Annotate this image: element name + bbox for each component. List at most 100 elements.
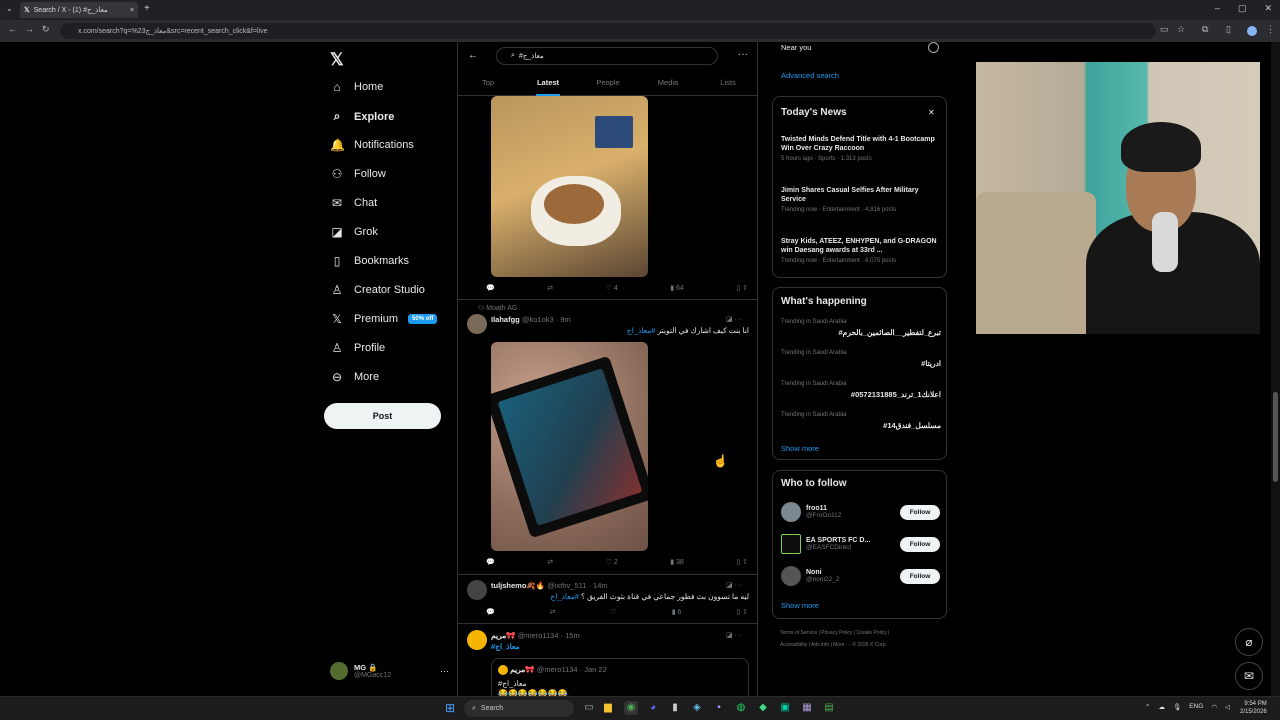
- grok-icon[interactable]: ◪ ···: [726, 581, 742, 589]
- chevron-up-icon[interactable]: ⌃: [1145, 703, 1150, 711]
- trend-item[interactable]: Trending in Saudi Arabia #مسلسل_فندق14: [781, 412, 941, 430]
- minimize-button[interactable]: –: [1215, 3, 1220, 14]
- nav-follow[interactable]: ⚇ Follow: [330, 167, 386, 181]
- nav-home[interactable]: ⌂ Home: [330, 80, 383, 94]
- retweet-icon[interactable]: ⇄: [547, 284, 553, 292]
- tweet-author[interactable]: tuljshemo🍂🔥 @ixthv_511 · 14m: [491, 581, 608, 590]
- views-icon[interactable]: ▮ 38: [670, 558, 684, 566]
- sidebar-icon[interactable]: ▯: [1226, 24, 1231, 35]
- language-indicator[interactable]: ENG: [1189, 703, 1203, 711]
- volume-icon[interactable]: ◁: [1225, 703, 1230, 711]
- nav-profile[interactable]: ♙ Profile: [330, 341, 386, 355]
- wifi-icon[interactable]: ◠: [1211, 703, 1217, 711]
- nav-explore[interactable]: ⌕ Explore: [330, 109, 395, 124]
- task-view-icon[interactable]: ▭: [582, 701, 596, 715]
- show-more-link[interactable]: Show more: [781, 601, 819, 610]
- system-tray[interactable]: ⌃ ☁ 🎙 ENG ◠ ◁: [1145, 703, 1230, 711]
- network-icon[interactable]: ☁: [1158, 703, 1165, 711]
- avatar[interactable]: [467, 314, 487, 334]
- nav-premium[interactable]: 𝕏 Premium 50% off: [330, 312, 438, 326]
- x-logo-icon[interactable]: 𝕏: [330, 50, 344, 70]
- app-icon[interactable]: ▮: [668, 701, 682, 715]
- avatar[interactable]: [467, 580, 487, 600]
- reply-icon[interactable]: 💬: [486, 608, 495, 616]
- whatsapp-icon[interactable]: ◍: [734, 701, 748, 715]
- file-explorer-icon[interactable]: ▆: [601, 701, 615, 715]
- nav-grok[interactable]: ◪ Grok: [330, 225, 378, 239]
- nav-notifications[interactable]: 🔔 Notifications: [330, 138, 414, 152]
- footer-links[interactable]: Terms of Service | Privacy Policy | Cook…: [780, 630, 889, 636]
- views-icon[interactable]: ▮ 64: [670, 284, 684, 292]
- nav-bookmarks[interactable]: ▯ Bookmarks: [330, 254, 409, 268]
- tab-media[interactable]: Media: [638, 72, 698, 95]
- follow-button[interactable]: Follow: [900, 505, 940, 520]
- close-window-button[interactable]: ✕: [1264, 3, 1272, 14]
- grok-fab-icon[interactable]: ⌀: [1235, 628, 1263, 656]
- nav-creator-studio[interactable]: ♙ Creator Studio: [330, 283, 425, 297]
- new-tab-button[interactable]: +: [144, 3, 150, 14]
- like-icon[interactable]: ♡ 2: [606, 558, 618, 566]
- tab-people[interactable]: People: [578, 72, 638, 95]
- back-arrow-icon[interactable]: ←: [8, 24, 17, 34]
- mic-icon[interactable]: 🎙: [1173, 703, 1181, 711]
- reply-icon[interactable]: 💬: [486, 558, 495, 566]
- trend-item[interactable]: Trending in Saudi Arabia #تبرع_لتفطير__ال…: [781, 319, 941, 337]
- search-input[interactable]: ⌕ #معاذ_ج: [496, 47, 718, 65]
- near-you-radio[interactable]: [928, 42, 939, 53]
- footer-links[interactable]: Accessibility | Ads info | More ··· © 20…: [780, 642, 887, 648]
- account-more-icon[interactable]: ···: [440, 666, 449, 676]
- tab-list-icon[interactable]: ⌄: [6, 4, 13, 13]
- like-icon[interactable]: ♡ 4: [606, 284, 618, 292]
- news-item[interactable]: Twisted Minds Defend Title with 4-1 Boot…: [781, 135, 941, 162]
- menu-kebab-icon[interactable]: ⋮: [1266, 24, 1275, 35]
- quoted-tweet[interactable]: مريم🎀 @mero1134 · Jan 22 #معاذ_اج 😂😂😂😂😂😂…: [491, 658, 749, 696]
- scrollbar-thumb[interactable]: [1273, 392, 1278, 482]
- retweet-icon[interactable]: ⇄: [547, 558, 553, 566]
- nav-more[interactable]: ⊖ More: [330, 370, 379, 384]
- app-icon[interactable]: ◆: [756, 701, 770, 715]
- avatar[interactable]: [467, 630, 487, 650]
- news-item[interactable]: Stray Kids, ATEEZ, ENHYPEN, and G-DRAGON…: [781, 237, 941, 264]
- forward-arrow-icon[interactable]: →: [25, 24, 34, 34]
- grok-icon[interactable]: ◪ ···: [726, 631, 742, 639]
- tweet-author[interactable]: Ilahafgg @ko1ok3 · 9m: [491, 315, 571, 324]
- trend-item[interactable]: Trending in Saudi Arabia #اعلانك1_ترند_05…: [781, 381, 941, 399]
- retweet-icon[interactable]: ⇄: [550, 608, 556, 616]
- bookmark-share-icons[interactable]: ▯ ⇧: [736, 284, 748, 292]
- tab-close-icon[interactable]: ×: [130, 7, 134, 14]
- app-icon[interactable]: ▤: [822, 701, 836, 715]
- post-button[interactable]: Post: [324, 403, 441, 429]
- tweet-hashtag[interactable]: #معاذ_اج: [491, 642, 520, 651]
- show-more-link[interactable]: Show more: [781, 444, 819, 453]
- cast-icon[interactable]: ▭: [1160, 24, 1169, 35]
- maximize-button[interactable]: ▢: [1238, 3, 1247, 14]
- windows-start-icon[interactable]: ⊞: [445, 701, 455, 715]
- tab-latest[interactable]: Latest: [518, 72, 578, 95]
- discord-icon[interactable]: ◕: [646, 701, 660, 715]
- tab-lists[interactable]: Lists: [698, 72, 758, 95]
- bookmark-share-icons[interactable]: ▯ ⇧: [736, 608, 748, 616]
- taskbar-clock[interactable]: 9:54 PM 2/15/2026: [1240, 700, 1267, 716]
- views-icon[interactable]: ▮ 6: [672, 608, 682, 616]
- account-switcher[interactable]: MG 🔒 @MGacc12 ···: [330, 662, 449, 680]
- steam-icon[interactable]: ◈: [690, 701, 704, 715]
- reload-icon[interactable]: ↻: [42, 24, 50, 35]
- like-icon[interactable]: ♡: [610, 608, 616, 616]
- browser-tab[interactable]: 𝕏 Search / X - معاذ_ج# (1) ×: [20, 2, 138, 18]
- grok-icon[interactable]: ◪ ···: [726, 315, 742, 323]
- messages-fab-icon[interactable]: ✉: [1235, 662, 1263, 690]
- back-arrow-icon[interactable]: ←: [468, 50, 478, 61]
- profile-avatar-icon[interactable]: [1247, 26, 1257, 36]
- reply-icon[interactable]: 💬: [486, 284, 495, 292]
- tab-top[interactable]: Top: [458, 72, 518, 95]
- taskbar-search[interactable]: ⌕ Search: [464, 700, 574, 717]
- news-item[interactable]: Jimin Shares Casual Selfies After Milita…: [781, 186, 941, 213]
- close-icon[interactable]: ✕: [928, 108, 935, 117]
- url-input[interactable]: x.com/search?q=%23معاذ_ج&src=recent_sear…: [60, 23, 1156, 39]
- app-icon[interactable]: ▣: [778, 701, 792, 715]
- follow-button[interactable]: Follow: [900, 537, 940, 552]
- page-scrollbar[interactable]: [1271, 42, 1280, 696]
- nav-chat[interactable]: ✉ Chat: [330, 196, 377, 210]
- app-icon[interactable]: ▦: [800, 701, 814, 715]
- trend-item[interactable]: Trending in Saudi Arabia #ادريتا: [781, 350, 941, 368]
